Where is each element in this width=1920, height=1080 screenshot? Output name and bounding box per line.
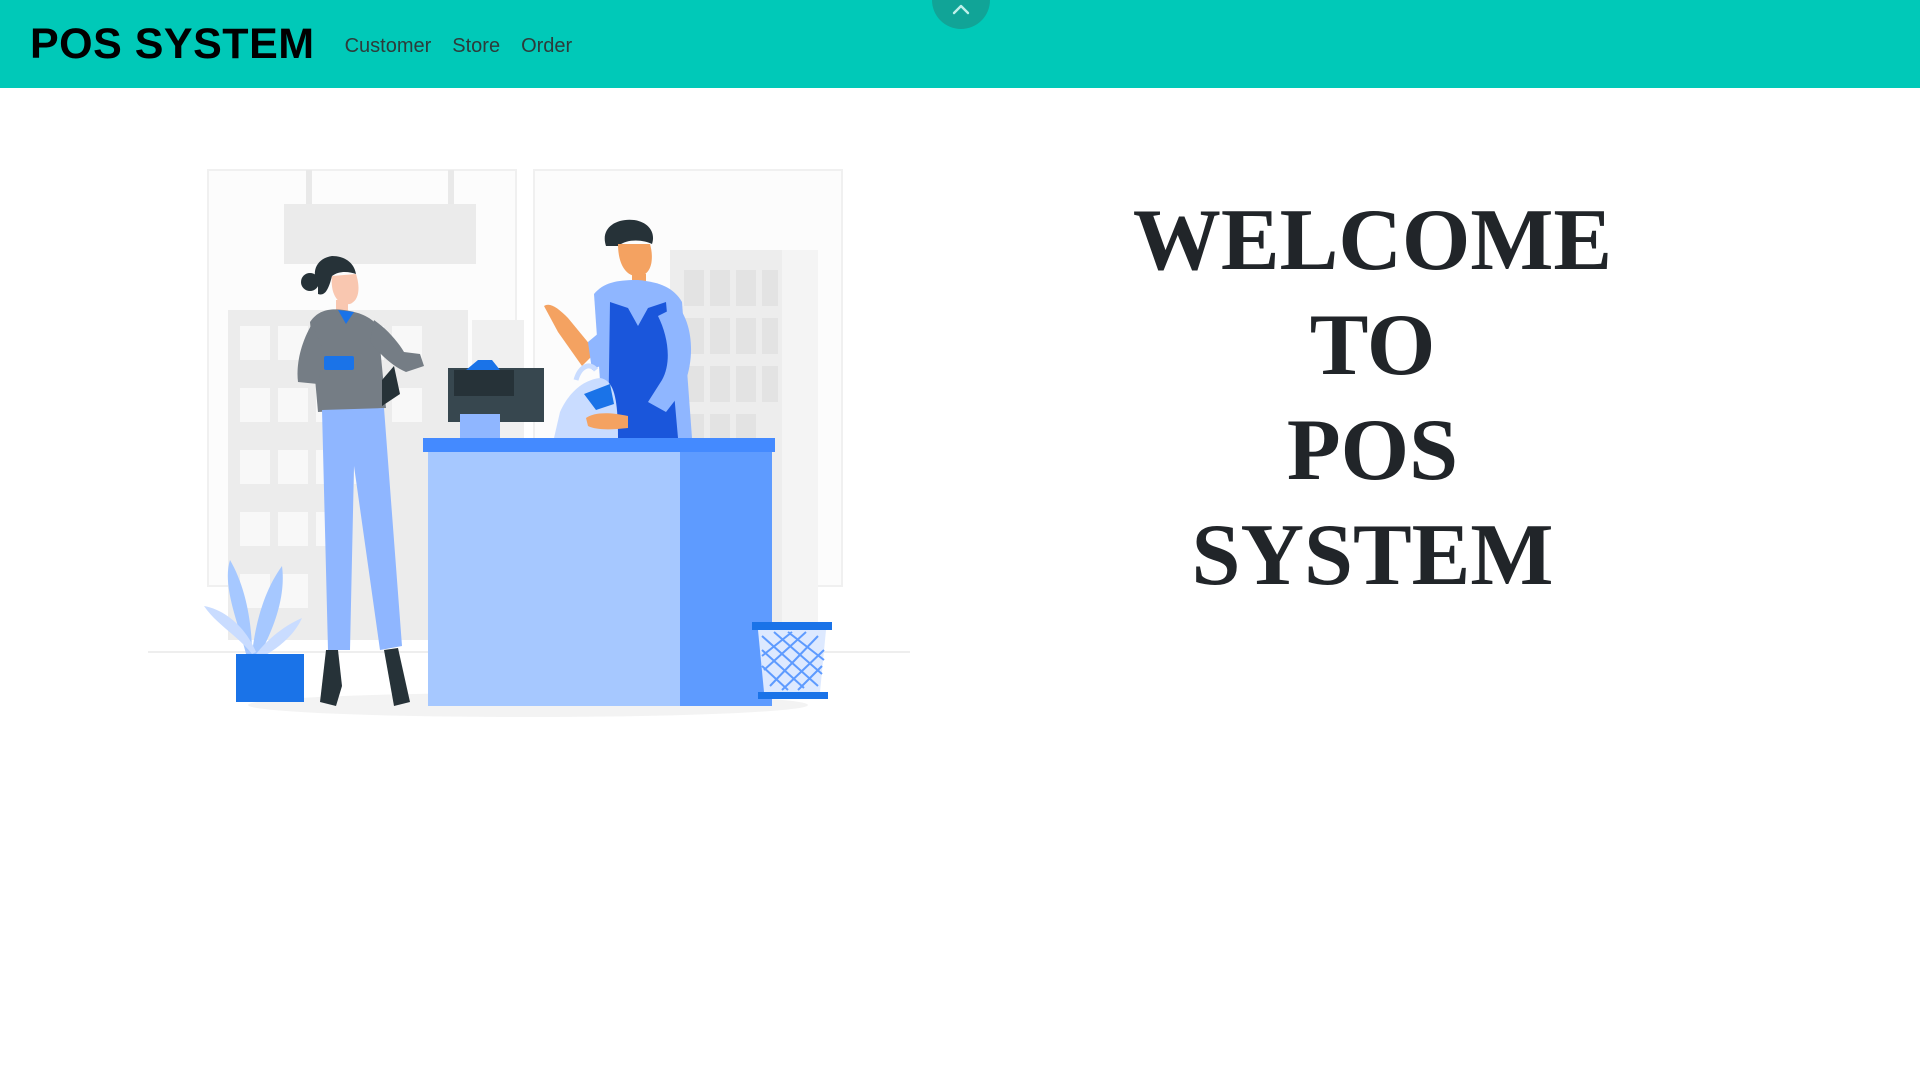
collapse-toggle-button[interactable] [932, 0, 990, 29]
cashier-checkout-illustration [148, 169, 910, 717]
welcome-line: WELCOME [1132, 192, 1613, 289]
trash-bin [752, 622, 832, 699]
chevron-up-icon [952, 4, 970, 15]
nav-link-store[interactable]: Store [452, 35, 500, 58]
nav-link-order[interactable]: Order [521, 35, 572, 58]
welcome-line: SYSTEM [1191, 507, 1554, 604]
nav-link-customer[interactable]: Customer [345, 35, 432, 58]
welcome-line: POS [1286, 402, 1459, 499]
brand-logo[interactable]: POS SYSTEM [30, 20, 315, 69]
navbar: POS SYSTEM Customer Store Order [0, 0, 1920, 88]
store-sign [284, 204, 476, 264]
cash-register [448, 360, 544, 438]
welcome-heading: WELCOME TO POS SYSTEM [1060, 188, 1685, 608]
credit-card [324, 356, 354, 370]
welcome-line: TO [1309, 297, 1436, 394]
checkout-counter [423, 438, 775, 706]
nav-links: Customer Store Order [345, 35, 594, 58]
